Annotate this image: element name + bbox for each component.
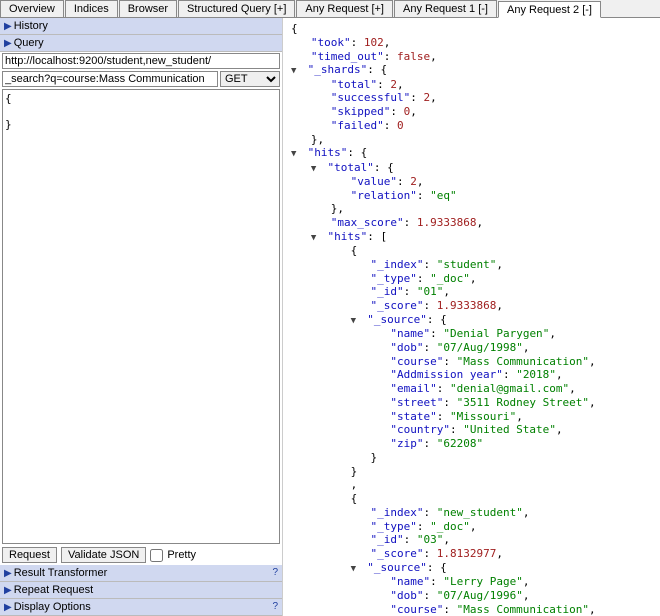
chevron-right-icon: ▶ [4, 21, 12, 32]
section-repeat-request[interactable]: ▶Repeat Request [0, 582, 282, 599]
request-button[interactable]: Request [2, 547, 57, 563]
chevron-right-icon: ▶ [4, 38, 12, 49]
help-icon[interactable]: ? [272, 567, 278, 578]
section-query-label: Query [14, 37, 44, 49]
tab-overview[interactable]: Overview [0, 0, 64, 17]
chevron-right-icon: ▶ [4, 568, 12, 579]
pretty-label: Pretty [167, 549, 196, 561]
tab-browser[interactable]: Browser [119, 0, 177, 17]
section-query[interactable]: ▶Query [0, 35, 282, 52]
tab-any-request[interactable]: Any Request [+] [296, 0, 393, 17]
tab-structured-query[interactable]: Structured Query [+] [178, 0, 295, 17]
section-display-options-label: Display Options [14, 601, 91, 613]
body-textarea[interactable]: { } [2, 89, 280, 544]
path-input[interactable] [2, 71, 218, 87]
tab-any-request-1[interactable]: Any Request 1 [-] [394, 0, 497, 17]
section-repeat-request-label: Repeat Request [14, 584, 94, 596]
left-panel: ▶History ▶Query GET { } Request Validate… [0, 18, 283, 616]
tab-indices[interactable]: Indices [65, 0, 118, 17]
method-select[interactable]: GET [220, 71, 280, 87]
url-input[interactable] [2, 53, 280, 69]
section-history-label: History [14, 20, 48, 32]
tab-any-request-2[interactable]: Any Request 2 [-] [498, 1, 601, 18]
validate-json-button[interactable]: Validate JSON [61, 547, 146, 563]
section-result-transformer[interactable]: ▶Result Transformer ? [0, 565, 282, 582]
section-history[interactable]: ▶History [0, 18, 282, 35]
section-result-transformer-label: Result Transformer [14, 567, 108, 579]
pretty-checkbox[interactable] [150, 549, 163, 562]
response-panel: { "took": 102, "timed_out": false, ▼ "_s… [283, 18, 660, 616]
help-icon[interactable]: ? [272, 601, 278, 612]
chevron-right-icon: ▶ [4, 585, 12, 596]
chevron-right-icon: ▶ [4, 602, 12, 613]
section-display-options[interactable]: ▶Display Options ? [0, 599, 282, 616]
tab-bar: Overview Indices Browser Structured Quer… [0, 0, 660, 18]
